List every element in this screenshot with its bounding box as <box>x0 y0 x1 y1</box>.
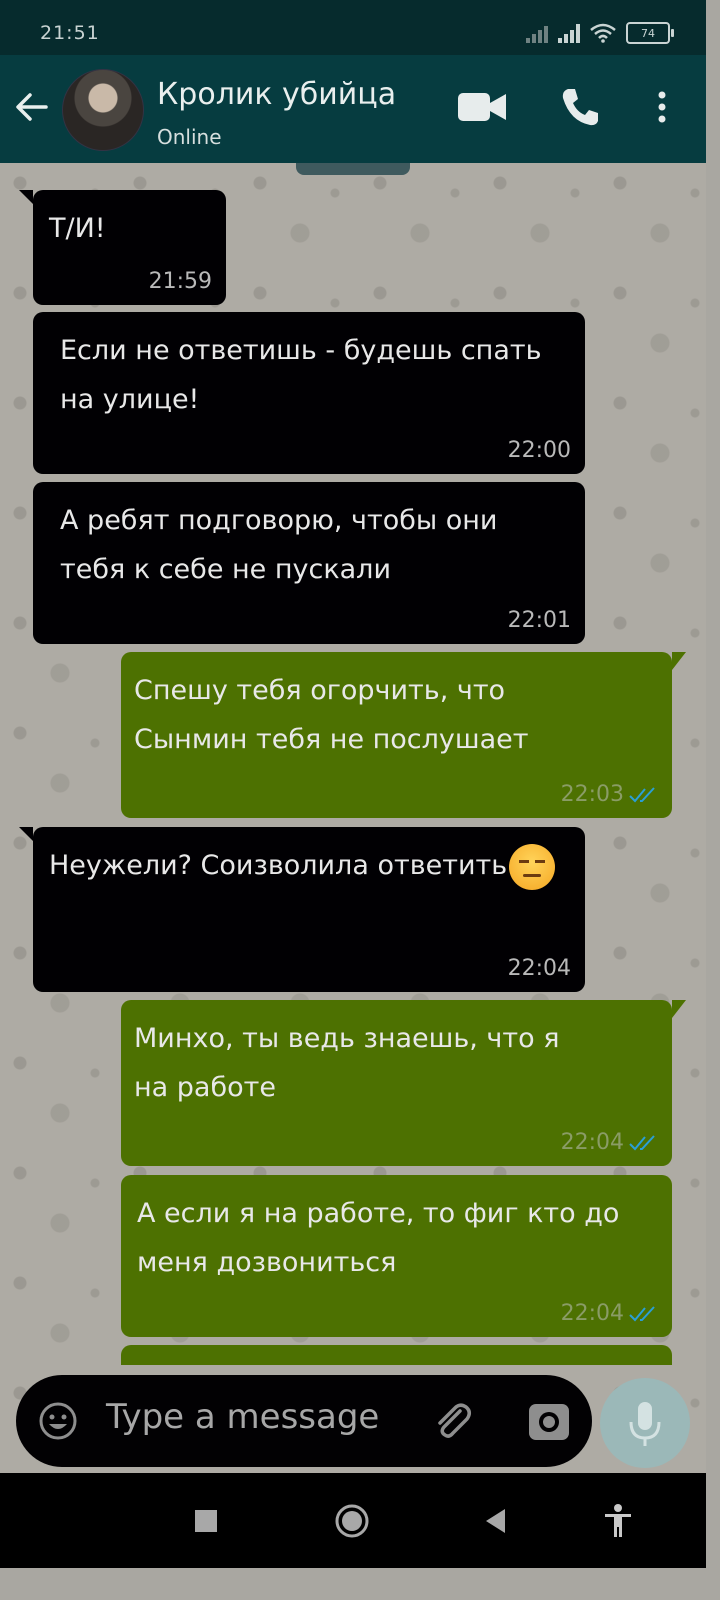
video-call-icon[interactable] <box>456 85 508 129</box>
message-time: 21:59 <box>148 269 212 294</box>
message-text: А ребят подговорю, чтобы они тебя к себе… <box>60 505 498 585</box>
phone-icon[interactable] <box>558 85 602 129</box>
mic-icon <box>629 1402 661 1446</box>
signal-2-icon <box>558 23 580 43</box>
nav-square-icon[interactable] <box>193 1503 219 1539</box>
battery-level: 74 <box>641 26 655 40</box>
battery-icon: 74 <box>626 22 674 44</box>
status-time: 21:51 <box>40 22 100 44</box>
message-incoming[interactable]: Т/И! 21:59 <box>19 190 226 305</box>
nav-home-icon[interactable] <box>334 1503 370 1539</box>
message-incoming[interactable]: Если не ответишь - будешь спать на улице… <box>33 312 585 474</box>
message-text: Спешу тебя огорчить, что Сынмин тебя не … <box>134 675 529 755</box>
contact-name[interactable]: Кролик убийца <box>157 77 396 112</box>
message-time: 22:04 <box>507 956 571 981</box>
message-meta: 22:04 <box>561 1128 658 1158</box>
status-icons: 74 <box>526 22 674 44</box>
message-input-bar: Type a message <box>16 1375 592 1467</box>
message-meta: 22:04 <box>508 954 571 984</box>
message-text: Минхо, ты ведь знаешь, что я на работе <box>134 1023 560 1103</box>
back-arrow-icon[interactable] <box>12 85 52 129</box>
message-meta: 22:04 <box>561 1299 658 1329</box>
read-ticks-icon <box>629 787 655 803</box>
contact-status: Online <box>157 125 222 149</box>
message-text: Т/И! <box>49 213 106 244</box>
read-ticks-icon <box>629 1135 655 1151</box>
message-time: 22:04 <box>560 1301 624 1326</box>
message-outgoing[interactable]: Минхо, ты ведь знаешь, что я на работе 2… <box>121 1000 686 1166</box>
message-outgoing-partial[interactable] <box>121 1345 672 1365</box>
wifi-icon <box>590 23 616 43</box>
message-meta: 22:03 <box>561 780 658 810</box>
message-input[interactable]: Type a message <box>106 1397 379 1437</box>
camera-icon[interactable] <box>526 1399 572 1443</box>
message-text: Неужели? Соизволила ответить <box>49 850 508 881</box>
read-ticks-icon <box>629 1306 655 1322</box>
message-outgoing[interactable]: А если я на работе, то фиг кто до меня д… <box>121 1175 672 1337</box>
message-incoming[interactable]: А ребят подговорю, чтобы они тебя к себе… <box>33 482 585 644</box>
signal-1-icon <box>526 23 548 43</box>
message-time: 22:01 <box>507 608 571 633</box>
system-nav-bar <box>0 1473 706 1568</box>
date-pill <box>296 163 410 175</box>
nav-back-icon[interactable] <box>483 1503 509 1539</box>
more-vertical-icon[interactable] <box>650 85 674 129</box>
message-meta: 22:01 <box>508 606 571 636</box>
mic-button[interactable] <box>600 1378 690 1468</box>
message-outgoing[interactable]: Спешу тебя огорчить, что Сынмин тебя не … <box>121 652 686 818</box>
message-text: А если я на работе, то фиг кто до меня д… <box>137 1198 620 1278</box>
message-meta: 21:59 <box>149 267 212 297</box>
status-bar: 21:51 74 <box>0 0 706 55</box>
message-text: Если не ответишь - будешь спать на улице… <box>60 335 542 415</box>
message-time: 22:04 <box>560 1130 624 1155</box>
message-incoming[interactable]: Неужели? Соизволила ответить 22:04 <box>19 827 585 992</box>
message-time: 22:00 <box>507 438 571 463</box>
emoji-icon[interactable] <box>38 1401 78 1441</box>
message-meta: 22:00 <box>508 436 571 466</box>
contact-avatar[interactable] <box>62 69 144 151</box>
accessibility-icon[interactable] <box>603 1503 633 1539</box>
attach-icon[interactable] <box>430 1399 476 1445</box>
unamused-face-emoji-icon <box>509 843 556 890</box>
chat-header: Кролик убийца Online <box>0 55 706 163</box>
message-time: 22:03 <box>560 782 624 807</box>
